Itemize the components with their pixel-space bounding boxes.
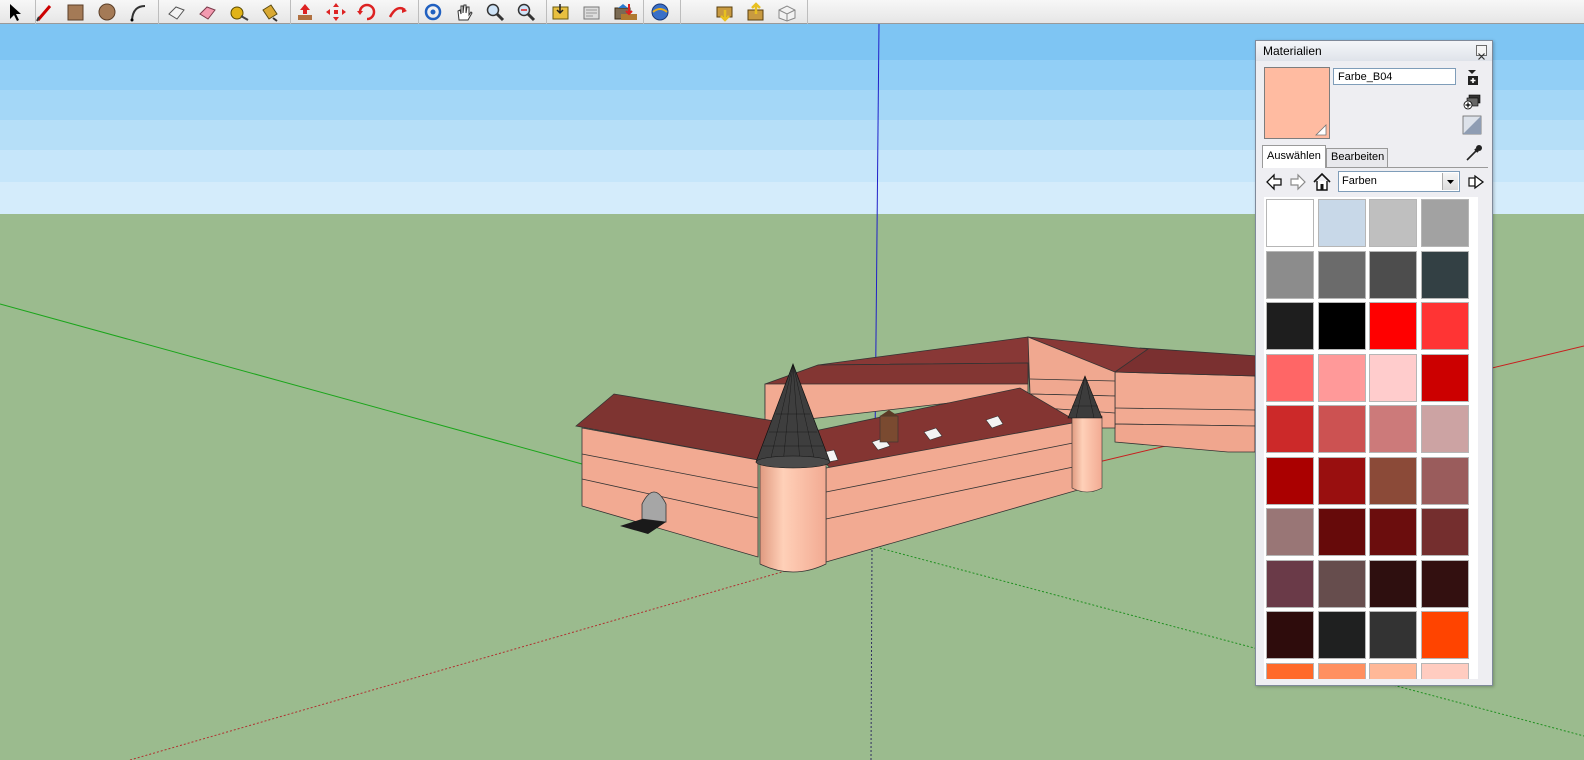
color-swatch[interactable] [1420, 250, 1469, 299]
zoom-icon[interactable] [482, 1, 508, 23]
toolbar-group [420, 0, 547, 24]
toolbar-group [2, 0, 36, 24]
color-swatch[interactable] [1266, 456, 1314, 505]
color-swatch[interactable] [1317, 199, 1366, 247]
google-earth-icon[interactable] [647, 1, 673, 23]
download-component-icon[interactable] [712, 1, 738, 23]
get-models-icon[interactable] [548, 1, 574, 23]
close-icon[interactable] [1476, 45, 1487, 60]
library-nav: Farben [1262, 171, 1488, 193]
move-icon[interactable] [323, 1, 349, 23]
color-swatch[interactable] [1317, 405, 1366, 453]
color-swatch[interactable] [1317, 250, 1366, 299]
back-arrow-icon[interactable] [1264, 172, 1284, 192]
color-swatch[interactable] [1420, 302, 1469, 350]
create-material-icon[interactable] [1462, 67, 1482, 87]
arc-icon[interactable] [125, 1, 151, 23]
color-swatch[interactable] [1420, 559, 1469, 608]
push-pull-icon[interactable] [292, 1, 318, 23]
color-swatch[interactable] [1369, 456, 1417, 505]
color-swatch[interactable] [1420, 508, 1469, 556]
color-swatch[interactable] [1369, 662, 1417, 679]
toolbar-group [32, 0, 159, 24]
color-swatch[interactable] [1317, 662, 1366, 679]
color-swatch[interactable] [1369, 199, 1417, 247]
pencil-icon[interactable] [32, 1, 58, 23]
follow-me-icon[interactable] [385, 1, 411, 23]
toolbar-group [164, 0, 291, 24]
color-swatch[interactable] [1369, 302, 1417, 350]
color-swatch[interactable] [1317, 456, 1366, 505]
color-swatch[interactable] [1317, 611, 1366, 659]
library-select[interactable]: Farben [1338, 171, 1460, 192]
pan-icon[interactable] [451, 1, 477, 23]
details-arrow-icon[interactable] [1466, 172, 1486, 192]
color-swatch[interactable] [1369, 611, 1417, 659]
color-swatch[interactable] [1369, 353, 1417, 402]
eraser-pink-icon[interactable] [195, 1, 221, 23]
color-swatch[interactable] [1266, 611, 1314, 659]
color-swatch[interactable] [1369, 559, 1417, 608]
share-model-icon[interactable] [579, 1, 605, 23]
material-name-field[interactable] [1333, 68, 1456, 85]
swatch-grid [1264, 197, 1478, 679]
toolbar-group [616, 0, 681, 24]
color-swatch[interactable] [1266, 405, 1314, 453]
forward-arrow-icon[interactable] [1288, 172, 1308, 192]
color-swatch[interactable] [1266, 302, 1314, 350]
color-swatch[interactable] [1369, 508, 1417, 556]
color-swatch[interactable] [1369, 405, 1417, 453]
home-icon[interactable] [1312, 172, 1332, 192]
color-swatch[interactable] [1420, 611, 1469, 659]
zoom-extents-icon[interactable] [513, 1, 539, 23]
color-swatch[interactable] [1266, 353, 1314, 402]
color-swatch[interactable] [1420, 662, 1469, 679]
circle-icon[interactable] [94, 1, 120, 23]
tab-bearbeiten[interactable]: Bearbeiten [1326, 148, 1388, 167]
toolbar-group [712, 0, 808, 24]
eraser-icon[interactable] [164, 1, 190, 23]
tab-auswaehlen[interactable]: Auswählen [1262, 145, 1326, 168]
color-swatch[interactable] [1266, 662, 1314, 679]
rectangle-icon[interactable] [63, 1, 89, 23]
color-swatch[interactable] [1420, 199, 1469, 247]
color-swatch[interactable] [1317, 302, 1366, 350]
chevron-down-icon[interactable] [1442, 173, 1458, 190]
get-photo-texture-icon[interactable] [616, 1, 642, 23]
back-wing [1114, 347, 1259, 453]
panel-title: Materialien [1263, 44, 1322, 58]
color-swatch[interactable] [1420, 353, 1469, 402]
library-select-value: Farben [1342, 175, 1377, 187]
color-swatch[interactable] [1369, 250, 1417, 299]
default-material-icon[interactable] [1462, 115, 1482, 135]
color-swatch[interactable] [1266, 559, 1314, 608]
rotate-icon[interactable] [354, 1, 380, 23]
paint-bucket-icon[interactable] [257, 1, 283, 23]
color-swatch[interactable] [1266, 199, 1314, 247]
color-swatch[interactable] [1266, 508, 1314, 556]
eyedropper-icon[interactable] [1464, 143, 1484, 163]
color-swatch[interactable] [1317, 508, 1366, 556]
panel-titlebar[interactable]: Materialien [1256, 41, 1492, 61]
select-icon[interactable] [2, 1, 28, 23]
component-icon[interactable] [774, 1, 800, 23]
upload-component-icon[interactable] [743, 1, 769, 23]
color-swatch[interactable] [1420, 456, 1469, 505]
main-toolbar [0, 0, 1584, 24]
material-preview [1264, 67, 1330, 139]
color-swatch[interactable] [1420, 405, 1469, 453]
orbit-icon[interactable] [420, 1, 446, 23]
panel-tabs: Auswählen Bearbeiten [1262, 145, 1488, 168]
add-to-model-icon[interactable] [1462, 91, 1482, 111]
tape-measure-icon[interactable] [226, 1, 252, 23]
toolbar-group [292, 0, 419, 24]
materials-panel: Materialien Auswählen Bearbeiten [1255, 40, 1493, 686]
color-swatch[interactable] [1317, 559, 1366, 608]
color-swatch[interactable] [1317, 353, 1366, 402]
color-swatch[interactable] [1266, 250, 1314, 299]
